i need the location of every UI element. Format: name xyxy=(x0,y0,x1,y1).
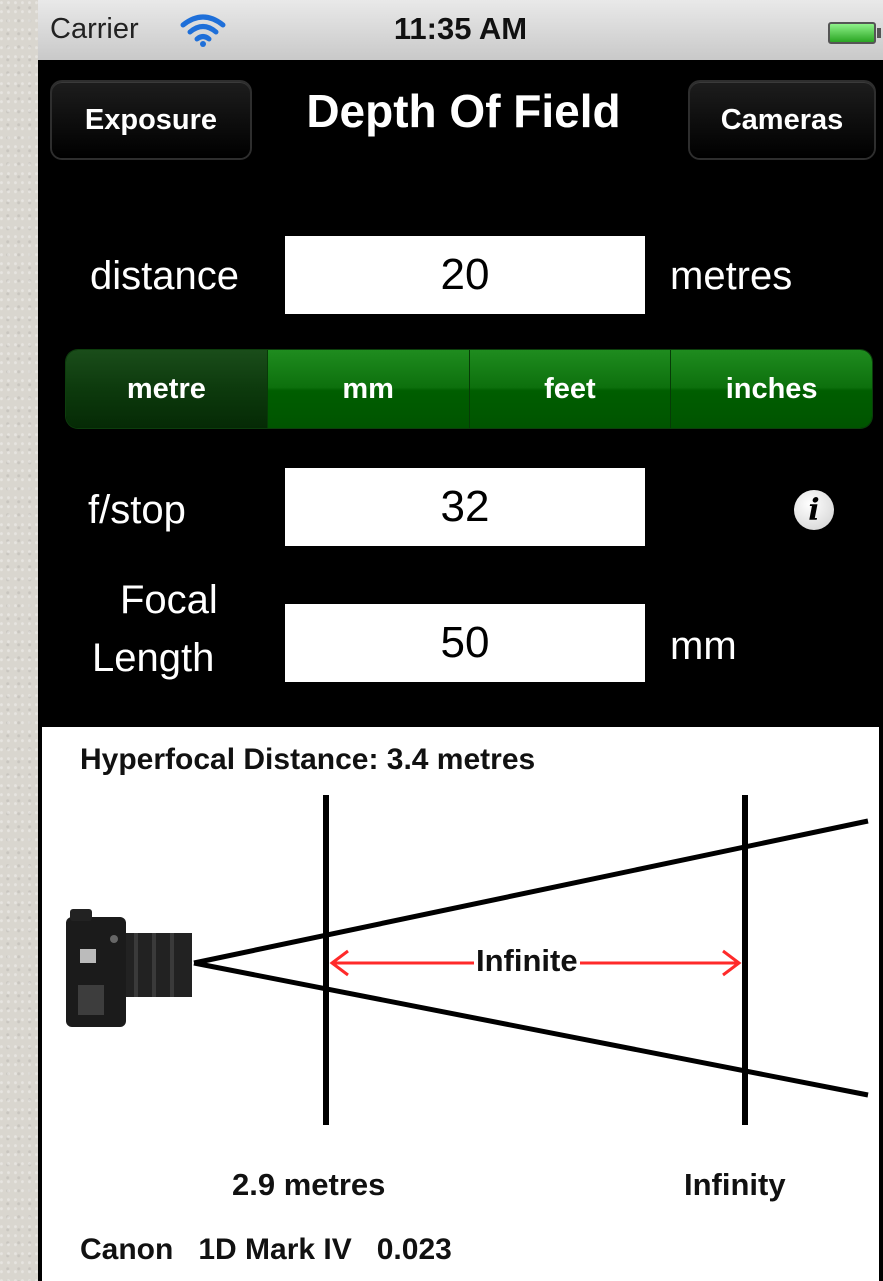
focal-label-line1: Focal xyxy=(120,578,218,622)
fstop-input[interactable]: 32 xyxy=(285,468,645,546)
distance-label: distance xyxy=(90,254,239,298)
depth-range-label: Infinite xyxy=(474,943,580,979)
segment-feet[interactable]: feet xyxy=(468,350,671,428)
focal-label-line2: Length xyxy=(92,636,215,680)
battery-icon xyxy=(828,22,881,44)
fstop-label: f/stop xyxy=(88,488,186,532)
status-time: 11:35 AM xyxy=(393,11,528,46)
unit-segmented-control: metre mm feet inches xyxy=(66,350,872,428)
segment-metre[interactable]: metre xyxy=(66,350,267,428)
info-icon[interactable]: i xyxy=(794,490,834,530)
depth-of-field-diagram: Hyperfocal Distance: 3.4 metres Infinite… xyxy=(42,727,879,1281)
phone-screen: Carrier 11:35 AM Exposure Depth Of Field… xyxy=(38,0,883,1281)
hyperfocal-distance-label: Hyperfocal Distance: 3.4 metres xyxy=(80,743,536,776)
camera-icon xyxy=(66,909,192,1027)
camera-model-label: Canon 1D Mark IV 0.023 xyxy=(80,1233,452,1266)
cameras-button[interactable]: Cameras xyxy=(690,82,874,158)
far-limit-label: Infinity xyxy=(684,1167,786,1202)
focal-length-input[interactable]: 50 xyxy=(285,604,645,682)
segment-inches[interactable]: inches xyxy=(670,350,872,428)
distance-input[interactable]: 20 xyxy=(285,236,645,314)
focal-length-unit-label: mm xyxy=(670,624,737,668)
status-bar: Carrier 11:35 AM xyxy=(38,0,883,61)
segment-mm[interactable]: mm xyxy=(266,350,469,428)
near-limit-label: 2.9 metres xyxy=(232,1167,386,1202)
distance-unit-label: metres xyxy=(670,254,793,298)
navigation-bar: Exposure Depth Of Field Cameras xyxy=(38,60,883,176)
